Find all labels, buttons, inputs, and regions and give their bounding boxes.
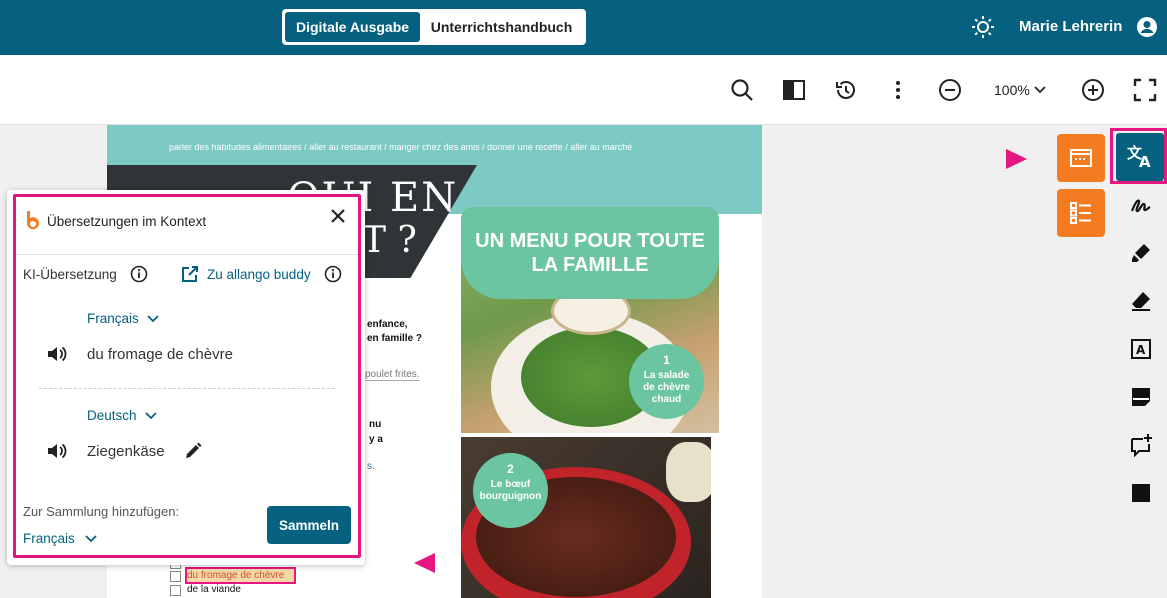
- menu-title: UN MENU POUR TOUTE LA FAMILLE: [475, 230, 705, 276]
- chevron-down-icon: [85, 534, 97, 542]
- speaker-icon[interactable]: [47, 442, 67, 460]
- chevron-down-icon: [144, 411, 157, 419]
- badge-text: Le bœuf bourguignon: [479, 479, 542, 502]
- highlighter-icon[interactable]: [1129, 241, 1153, 265]
- target-language-label: Deutsch: [87, 408, 137, 423]
- chevron-down-icon: [1034, 86, 1046, 94]
- annotation-arrow-icon: [414, 553, 435, 573]
- user-name[interactable]: Marie Lehrerin: [1019, 18, 1122, 35]
- collection-language-label: Français: [23, 531, 75, 546]
- external-link-icon[interactable]: [181, 265, 199, 283]
- source-language-label: Français: [87, 311, 139, 326]
- add-comment-icon[interactable]: [1129, 433, 1153, 457]
- zoom-select[interactable]: 100%: [994, 82, 1046, 98]
- checklist-icon: [1070, 202, 1091, 224]
- annotation-arrow-icon: [1006, 149, 1027, 169]
- text-box-icon[interactable]: A: [1129, 337, 1153, 361]
- collection-language-select[interactable]: Français: [23, 531, 97, 546]
- edit-icon[interactable]: [184, 442, 202, 460]
- speaker-icon[interactable]: [47, 345, 67, 363]
- chevron-down-icon: [147, 314, 159, 322]
- source-term: du fromage de chèvre: [87, 346, 233, 363]
- allango-buddy-link[interactable]: Zu allango buddy: [207, 267, 311, 282]
- target-language-select[interactable]: Deutsch: [87, 408, 157, 423]
- view-switch: Digitale Ausgabe Unterrichtshandbuch: [282, 9, 586, 45]
- checkbox[interactable]: [170, 571, 181, 582]
- text-snippet: en famille ?: [367, 333, 423, 344]
- ai-translation-label: KI-Übersetzung: [23, 267, 117, 282]
- info-icon[interactable]: [324, 265, 342, 283]
- checkbox[interactable]: [170, 585, 181, 596]
- annotation-frame: [1110, 128, 1167, 184]
- eraser-icon[interactable]: [1129, 289, 1153, 313]
- zoom-out-icon[interactable]: [938, 78, 962, 102]
- more-vertical-icon[interactable]: [886, 78, 910, 102]
- fullscreen-icon[interactable]: [1133, 78, 1157, 102]
- page-title-line2: T ?: [362, 220, 417, 261]
- page-view-icon[interactable]: [782, 78, 806, 102]
- topics-line: parler des habitudes alimentaires / alle…: [169, 142, 633, 152]
- svg-text:A: A: [1136, 343, 1146, 357]
- dish-badge-1: 1 La salade de chèvre chaud: [629, 344, 704, 419]
- allango-logo-icon: [26, 211, 39, 230]
- tab-teacher-handbook[interactable]: Unterrichtshandbuch: [420, 12, 583, 42]
- list-panel-button[interactable]: [1057, 189, 1105, 237]
- tab-digital-edition[interactable]: Digitale Ausgabe: [285, 12, 420, 42]
- text-snippet: poulet frites.: [365, 369, 420, 381]
- target-term: Ziegenkäse: [87, 443, 165, 460]
- sticky-note-icon[interactable]: [1129, 385, 1153, 409]
- source-language-select[interactable]: Français: [87, 311, 159, 326]
- divider: [39, 388, 335, 389]
- zoom-in-icon[interactable]: [1081, 78, 1105, 102]
- text-snippet: y a: [369, 434, 383, 445]
- cover-box-icon[interactable]: [1129, 481, 1153, 505]
- brightness-icon[interactable]: [971, 15, 995, 39]
- history-icon[interactable]: [834, 78, 858, 102]
- dish-badge-2: 2 Le bœuf bourguignon: [473, 453, 548, 528]
- list-item[interactable]: du fromage de chèvre: [187, 570, 284, 581]
- freehand-draw-icon[interactable]: [1129, 193, 1153, 217]
- account-icon[interactable]: [1137, 17, 1157, 37]
- window-icon: [1070, 149, 1092, 167]
- close-icon[interactable]: [329, 207, 347, 225]
- media-panel-button[interactable]: [1057, 134, 1105, 182]
- document-toolbar: [0, 55, 1167, 125]
- badge-number: 2: [507, 462, 514, 476]
- divider: [16, 254, 358, 255]
- text-snippet: enfance,: [367, 319, 408, 330]
- badge-text: La salade de chèvre chaud: [643, 370, 690, 405]
- collection-label: Zur Sammlung hinzufügen:: [23, 504, 180, 519]
- info-icon[interactable]: [130, 265, 148, 283]
- badge-number: 1: [663, 353, 670, 367]
- text-snippet: nu: [369, 419, 382, 430]
- list-item[interactable]: de la viande: [187, 584, 241, 595]
- text-snippet: s.: [367, 461, 375, 472]
- search-icon[interactable]: [730, 78, 754, 102]
- collect-button[interactable]: Sammeln: [267, 506, 351, 544]
- zoom-value: 100%: [994, 82, 1030, 98]
- panel-title: Übersetzungen im Kontext: [47, 214, 207, 229]
